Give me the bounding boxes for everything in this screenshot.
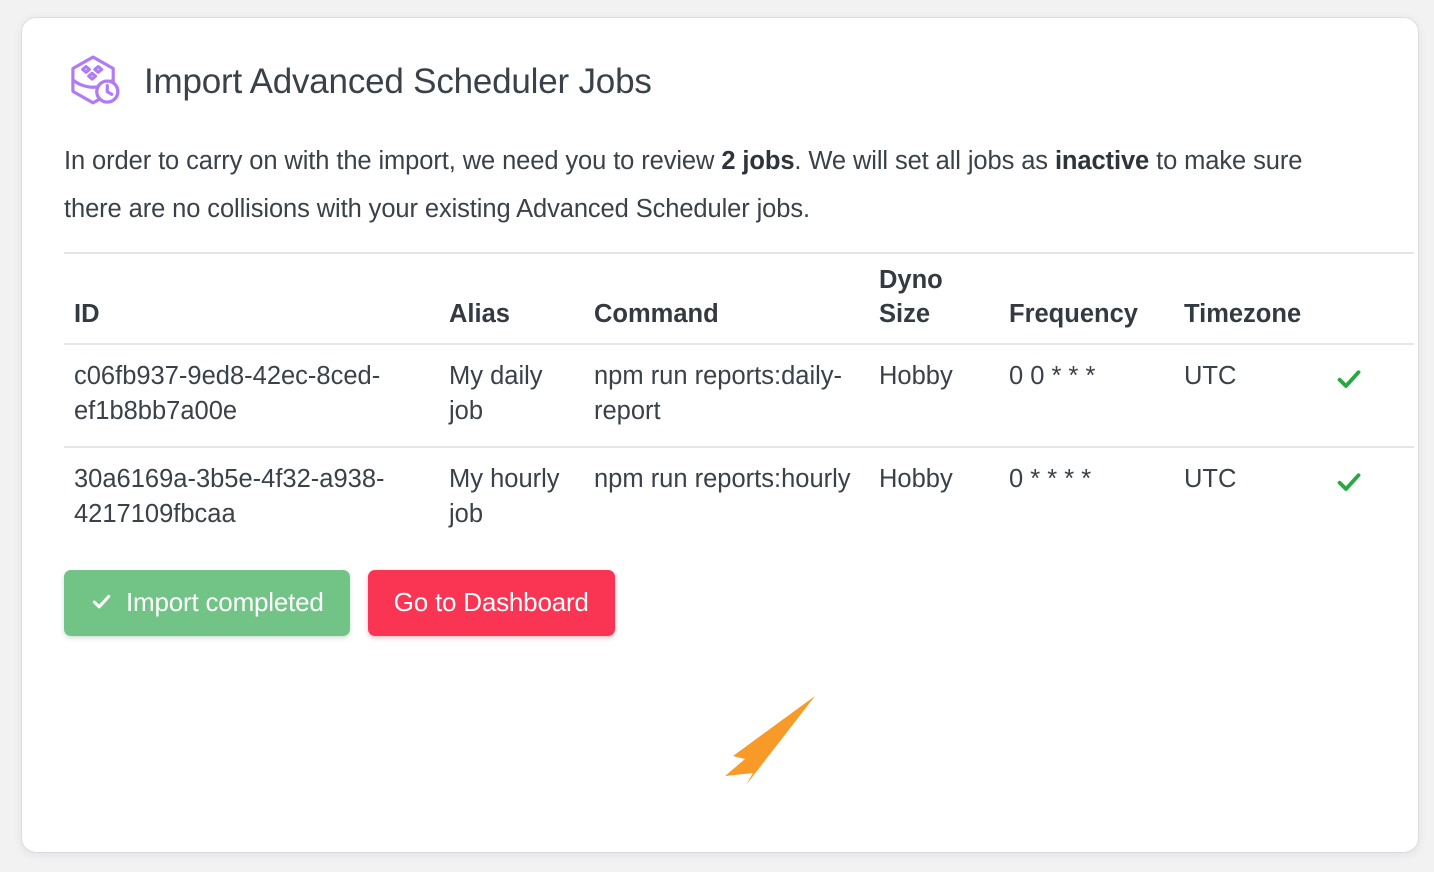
intro-text-part-2: . We will set all jobs as [794, 147, 1055, 175]
cell-alias: My hourly job [439, 445, 584, 548]
card-header: Import Advanced Scheduler Jobs [64, 52, 1374, 112]
cell-dyno-size: Hobby [869, 445, 999, 548]
column-header-id: ID [64, 251, 439, 346]
cell-frequency: 0 * * * * [999, 445, 1174, 548]
cell-dyno-size: Hobby [879, 362, 953, 391]
table-row: 30a6169a-3b5e-4f32-a938-4217109fbcaa My … [64, 445, 1414, 548]
table-header: ID Alias Command Dyno Size Frequency Tim… [64, 251, 1414, 346]
import-completed-label: Import completed [126, 586, 324, 617]
table-row: c06fb937-9ed8-42ec-8ced-ef1b8bb7a00e My … [64, 344, 1414, 446]
import-card: Import Advanced Scheduler Jobs In order … [22, 18, 1418, 852]
check-icon [1334, 467, 1364, 497]
column-header-alias: Alias [439, 251, 584, 346]
table-header-row: ID Alias Command Dyno Size Frequency Tim… [64, 251, 1414, 346]
check-icon [90, 590, 113, 613]
cell-command: npm run reports:hourly [584, 445, 869, 548]
annotation-arrow-icon [689, 690, 819, 795]
cell-timezone: UTC [1184, 362, 1237, 391]
cell-status [1324, 344, 1414, 446]
column-header-timezone: Timezone [1174, 251, 1324, 346]
go-to-dashboard-button[interactable]: Go to Dashboard [367, 569, 615, 636]
check-icon [1334, 364, 1364, 394]
column-header-frequency: Frequency [999, 251, 1174, 346]
intro-paragraph: In order to carry on with the import, we… [64, 138, 1354, 234]
cell-id: c06fb937-9ed8-42ec-8ced-ef1b8bb7a00e [74, 362, 381, 426]
page-title: Import Advanced Scheduler Jobs [144, 61, 652, 101]
intro-text-part-1: In order to carry on with the import, we… [64, 147, 722, 175]
cell-alias: My daily job [449, 362, 543, 426]
cell-command: npm run reports:daily-report [594, 362, 843, 426]
jobs-table: ID Alias Command Dyno Size Frequency Tim… [64, 251, 1414, 548]
cell-id: 30a6169a-3b5e-4f32-a938-4217109fbcaa [64, 445, 439, 548]
import-completed-button[interactable]: Import completed [64, 569, 350, 636]
cell-status [1324, 445, 1414, 548]
scheduler-cube-clock-icon [64, 52, 124, 112]
column-header-status [1324, 251, 1414, 346]
go-to-dashboard-label: Go to Dashboard [393, 586, 589, 617]
table-body: c06fb937-9ed8-42ec-8ced-ef1b8bb7a00e My … [64, 344, 1414, 548]
intro-inactive-emphasis: inactive [1054, 147, 1150, 175]
cell-timezone: UTC [1174, 445, 1324, 548]
column-header-dyno-size: Dyno Size [869, 251, 999, 346]
column-header-command: Command [584, 251, 869, 346]
page-background: Import Advanced Scheduler Jobs In order … [0, 0, 1434, 872]
cell-frequency: 0 0 * * * [1009, 362, 1096, 391]
intro-jobs-count: 2 jobs [721, 147, 795, 175]
action-buttons: Import completed Go to Dashboard [64, 569, 1374, 636]
